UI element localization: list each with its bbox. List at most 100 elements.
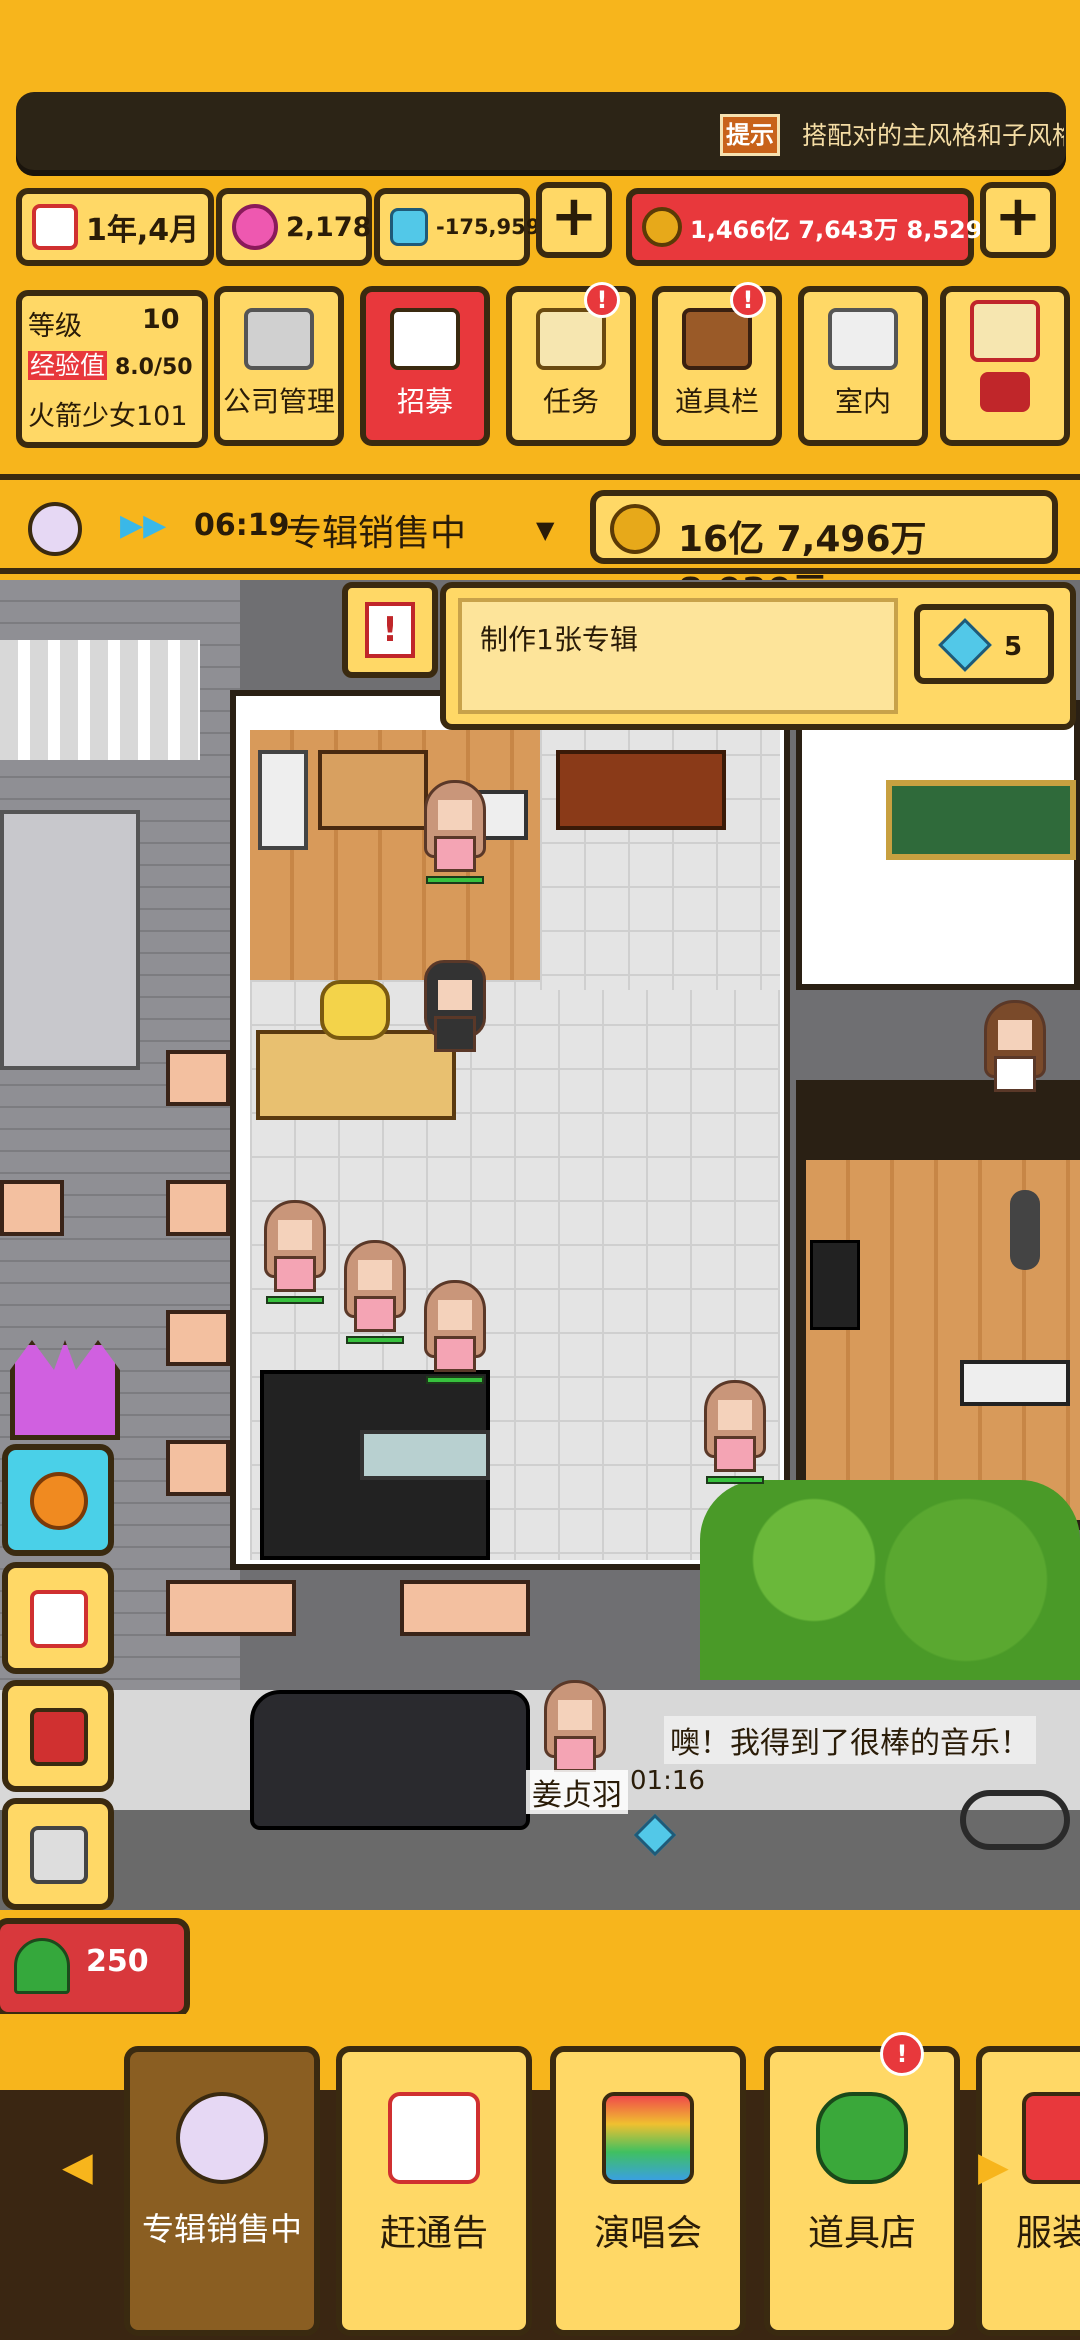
gem-icon	[390, 208, 428, 246]
calendar-icon	[30, 1590, 88, 1648]
level-panel[interactable]: 等级 10 经验值 8.0/50 火箭少女101	[16, 290, 208, 448]
tab-label: 服装	[1016, 2213, 1080, 2254]
idol-character[interactable]	[700, 1380, 770, 1484]
tip-bar[interactable]: 提示 搭配对的主风格和子风格	[16, 92, 1066, 176]
nav-left-arrow-icon[interactable]: ◀	[62, 2144, 93, 2190]
chat-bubble: 噢！我得到了很棒的音乐！	[664, 1716, 1036, 1764]
rooftop-vent	[0, 640, 200, 760]
quest-reward-button[interactable]: 5	[914, 604, 1054, 684]
notification-badge: !	[880, 2032, 924, 2076]
status-time: 06:19	[194, 508, 290, 543]
company-management-button[interactable]: 公司管理	[214, 286, 344, 446]
megaphone-icon	[390, 308, 460, 370]
exp-label: 经验值	[28, 351, 108, 380]
tab-label: 道具店	[807, 2213, 916, 2254]
gem-display: -175,959	[374, 188, 540, 266]
chalkboard	[886, 780, 1076, 860]
recruit-button[interactable]: 招募	[360, 286, 490, 446]
interior-button[interactable]: 室内	[798, 286, 928, 446]
status-bar[interactable]: ▶▶ 06:19 专辑销售中 ▼ 16亿 7,496万 8,030元	[0, 474, 1080, 612]
bicycle	[960, 1790, 1070, 1850]
building-icon	[244, 308, 314, 370]
ac-unit	[0, 810, 140, 1070]
daily-calendar-button[interactable]	[2, 1562, 114, 1674]
cash-display: 1,466亿 7,643万 8,529元	[626, 188, 1006, 266]
tab-concert[interactable]: 演唱会	[550, 2046, 746, 2336]
group-name: 火箭少女101	[28, 401, 188, 432]
pink-currency-value: 2,178	[286, 211, 372, 243]
pink-coin-icon	[232, 204, 278, 250]
scissors-button[interactable]	[2, 1798, 114, 1910]
tab-album-sales[interactable]: 专辑销售中	[124, 2046, 320, 2336]
teacher-character[interactable]	[980, 1000, 1050, 1100]
tab-item-shop[interactable]: ! 道具店	[764, 2032, 960, 2336]
tip-text: 搭配对的主风格和子风格	[802, 121, 1064, 150]
van[interactable]	[250, 1690, 530, 1830]
mail-button[interactable]	[940, 286, 1070, 446]
mail-icon	[970, 300, 1040, 362]
watermelon-icon	[14, 1938, 70, 1994]
coffee-table	[360, 1430, 490, 1480]
cd-icon	[28, 502, 82, 556]
tab-schedule[interactable]: 赶通告	[336, 2046, 532, 2336]
exp-value: 8.0/50	[114, 355, 193, 380]
tab-clothing[interactable]: 服装	[976, 2046, 1080, 2336]
trophy-icon	[320, 980, 390, 1040]
gem-value: -175,959	[436, 215, 541, 239]
keyboard-instrument	[960, 1360, 1070, 1406]
nav-right-arrow-icon[interactable]: ▶	[978, 2144, 1009, 2190]
menu-label: 室内	[834, 385, 891, 418]
inventory-button[interactable]: ! 道具栏	[652, 282, 782, 446]
chevron-down-icon[interactable]: ▼	[536, 516, 554, 544]
microphone	[1010, 1190, 1040, 1270]
game-scene[interactable]	[0, 580, 1080, 1910]
sofa	[318, 750, 428, 830]
gift-icon	[30, 1708, 88, 1766]
quest-icon-button[interactable]: !	[342, 582, 438, 678]
idol-character[interactable]	[340, 1240, 410, 1344]
tab-label: 演唱会	[593, 2213, 702, 2254]
window	[166, 1580, 296, 1636]
revenue-display: 16亿 7,496万 8,030元	[590, 490, 1058, 612]
fast-forward-icon[interactable]: ▶▶	[120, 508, 166, 543]
quest-text: 制作1张专辑	[480, 623, 638, 656]
melon-counter[interactable]: 250	[0, 1918, 190, 2018]
gem-icon	[938, 618, 992, 672]
idol-character[interactable]	[260, 1200, 330, 1304]
window	[166, 1180, 230, 1236]
chest-icon	[682, 308, 752, 370]
bushes	[700, 1480, 1080, 1680]
game-screen: 提示 搭配对的主风格和子风格 1年,4月 2,178 -175,959 + 1,…	[0, 0, 1080, 2340]
manager-character[interactable]	[420, 960, 490, 1060]
window	[166, 1310, 230, 1366]
tab-label: 赶通告	[379, 2213, 488, 2254]
status-text: 专辑销售中	[286, 513, 467, 554]
notification-badge: !	[584, 282, 620, 318]
hammer-icon	[980, 372, 1030, 412]
add-cash-button[interactable]: +	[980, 182, 1056, 258]
menu-label: 任务	[542, 385, 599, 418]
window	[400, 1580, 530, 1636]
notification-badge: !	[730, 282, 766, 318]
idol-character[interactable]	[420, 780, 490, 884]
speaker	[810, 1240, 860, 1330]
tasks-button[interactable]: ! 任务	[506, 282, 636, 446]
level-label: 等级	[28, 311, 82, 342]
scroll-icon	[536, 308, 606, 370]
gift-button[interactable]	[2, 1680, 114, 1792]
crown-icon[interactable]	[10, 1340, 120, 1440]
level-value: 10	[142, 304, 180, 335]
idol-character[interactable]	[540, 1680, 610, 1780]
idol-character[interactable]	[420, 1280, 490, 1384]
menu-label: 公司管理	[222, 385, 335, 418]
calendar-icon	[32, 204, 78, 250]
coin-icon	[642, 207, 682, 247]
chat-timer: 01:16	[630, 1766, 705, 1796]
coin-icon	[610, 504, 660, 554]
quest-popup[interactable]: 制作1张专辑 5	[440, 582, 1076, 730]
cash-value: 1,466亿 7,643万 8,529元	[690, 215, 1007, 244]
roulette-button[interactable]	[2, 1444, 114, 1556]
add-gems-button[interactable]: +	[536, 182, 612, 258]
melon-value: 250	[86, 1944, 149, 1979]
roulette-icon	[30, 1472, 88, 1530]
